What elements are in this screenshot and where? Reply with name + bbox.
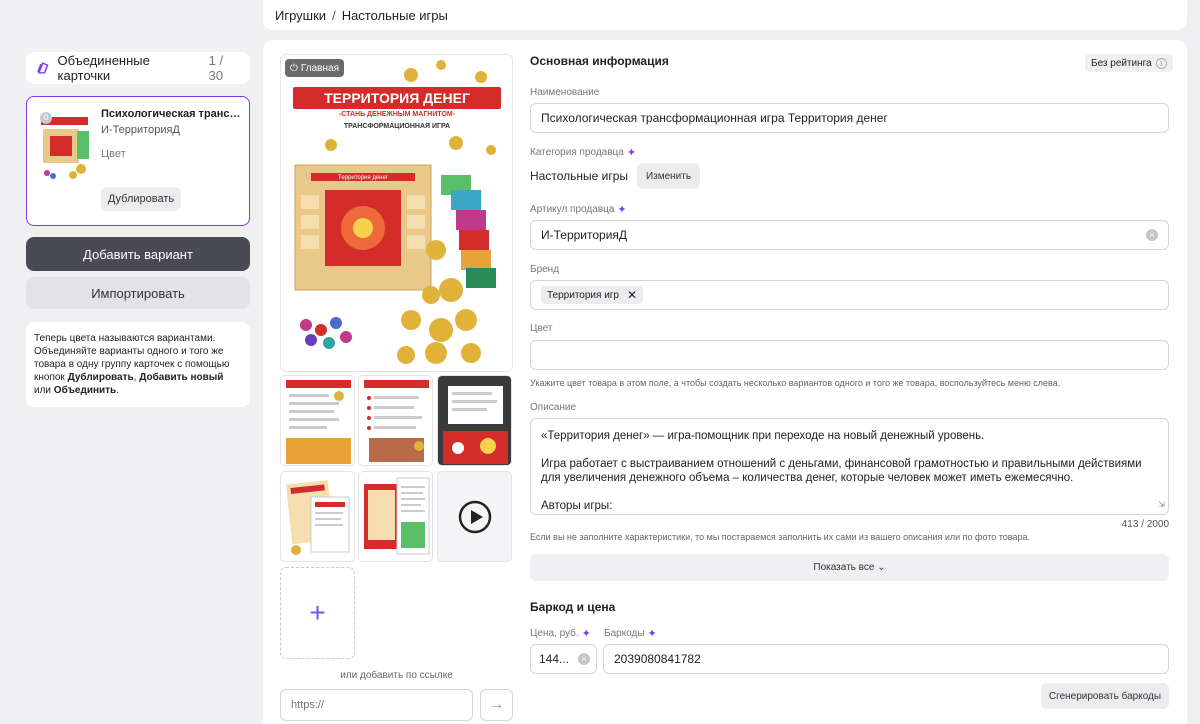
color-input[interactable] xyxy=(530,340,1169,370)
brand-label: Бренд xyxy=(530,264,559,275)
name-label-text: Наименование xyxy=(530,87,600,98)
price-label-text: Цена, руб. xyxy=(530,628,579,639)
arrow-right-icon: → xyxy=(488,696,505,713)
variants-info-note: Теперь цвета называются вариантами. Объе… xyxy=(26,322,250,407)
variant-card-color: Цвет xyxy=(101,148,126,160)
brand-input[interactable]: Территория игр ✕ xyxy=(530,280,1169,310)
basic-info-title: Основная информация xyxy=(530,54,669,68)
variant-index-badge: 0 xyxy=(40,112,52,124)
plus-icon: + xyxy=(309,597,326,628)
photo-thumbnail-5[interactable] xyxy=(358,471,433,562)
clear-icon[interactable]: × xyxy=(578,653,590,665)
poster-title: ТЕРРИТОРИЯ ДЕНЕГ xyxy=(324,90,470,106)
rating-text: Без рейтинга xyxy=(1091,57,1152,69)
merged-cards-count: 1 / 30 xyxy=(208,53,224,83)
sku-value: И-ТерриторияД xyxy=(541,228,628,242)
video-thumbnail[interactable] xyxy=(437,471,512,562)
name-input[interactable]: Психологическая трансформационная игра Т… xyxy=(530,103,1169,133)
barcode-value: 2039080841782 xyxy=(614,652,701,666)
breadcrumb-item-board-games[interactable]: Настольные игры xyxy=(342,8,448,23)
remove-brand-icon[interactable]: ✕ xyxy=(627,288,637,302)
power-icon: ⏻ xyxy=(290,62,298,74)
sparkle-icon: ✦ xyxy=(617,204,627,216)
photo-thumbnail-4[interactable] xyxy=(280,471,355,562)
merged-cards-icon xyxy=(37,62,49,74)
poster-image: ТЕРРИТОРИЯ ДЕНЕГ -СТАНЬ ДЕНЕЖНЫМ МАГНИТО… xyxy=(281,55,512,371)
poster-tagline: ТРАНСФОРМАЦИОННАЯ ИГРА xyxy=(344,123,450,130)
breadcrumb-separator: / xyxy=(332,8,336,23)
sparkle-icon: ✦ xyxy=(626,147,637,159)
color-label: Цвет xyxy=(530,323,552,334)
note-dot: . xyxy=(116,385,119,396)
brand-value: Территория игр xyxy=(547,289,619,301)
show-all-button[interactable]: Показать все ⌄ xyxy=(530,554,1169,581)
breadcrumb: Игрушки / Настольные игры xyxy=(275,8,448,23)
sparkle-icon: ✦ xyxy=(581,628,591,640)
change-category-button[interactable]: Изменить xyxy=(637,163,700,189)
photo-thumbnail-3[interactable] xyxy=(437,375,512,466)
info-icon[interactable]: i xyxy=(1155,57,1167,69)
merged-cards-title: Объединенные карточки xyxy=(57,53,150,83)
price-label: Цена, руб. ✦ xyxy=(530,627,591,640)
main-product-photo[interactable]: ⏻ Главная ТЕРРИТОРИЯ ДЕНЕГ -СТАНЬ ДЕНЕЖН… xyxy=(280,54,513,372)
brand-chip: Территория игр ✕ xyxy=(541,286,644,304)
price-value: 144... xyxy=(539,652,570,666)
url-submit-button[interactable]: → xyxy=(480,689,513,721)
description-p1: «Территория денег» — игра-помощник при п… xyxy=(541,430,985,442)
description-counter: 413 / 2000 xyxy=(1121,519,1169,530)
duplicate-button[interactable]: Дублировать xyxy=(101,187,181,211)
merged-cards-header[interactable]: Объединенные карточки 1 / 30 xyxy=(26,52,250,84)
color-hint: Укажите цвет товара в этом поле, а чтобы… xyxy=(530,378,1061,388)
note-merge: Объединить xyxy=(53,385,117,396)
category-label-text: Категория продавца xyxy=(530,147,624,158)
add-photo-button[interactable]: + xyxy=(280,567,355,659)
description-label: Описание xyxy=(530,402,576,413)
variant-card-sku: И-ТерриторияД xyxy=(101,124,180,136)
note-add-new: Добавить новый xyxy=(139,372,224,383)
brand-label-text: Бренд xyxy=(530,264,560,275)
play-icon xyxy=(458,500,491,533)
add-variant-button[interactable]: Добавить вариант xyxy=(26,237,250,271)
show-all-label: Показать все xyxy=(813,562,875,573)
color-label-text: Цвет xyxy=(530,323,553,334)
chevron-down-icon: ⌄ xyxy=(877,562,886,573)
barcode-input[interactable]: 2039080841782 xyxy=(603,644,1169,674)
photo-url-input[interactable] xyxy=(280,689,473,721)
resize-handle-icon[interactable]: ⇲ xyxy=(1158,498,1165,512)
price-input[interactable]: 144... × xyxy=(530,644,597,674)
import-button[interactable]: Импортировать xyxy=(26,277,250,309)
breadcrumb-item-toys[interactable]: Игрушки xyxy=(275,8,326,23)
name-value: Психологическая трансформационная игра Т… xyxy=(541,111,888,125)
sku-input[interactable]: И-ТерриторияД × xyxy=(530,220,1169,250)
generate-barcodes-button[interactable]: Сгенерировать баркоды xyxy=(1041,683,1169,709)
rating-badge: Без рейтинга i xyxy=(1085,54,1173,72)
photo-thumbnail-1[interactable] xyxy=(280,375,355,466)
main-photo-badge: ⏻ Главная xyxy=(285,59,344,77)
photo-thumbnail-2[interactable] xyxy=(358,375,433,466)
category-value: Настольные игры xyxy=(530,169,629,183)
add-by-link-label: или добавить по ссылке xyxy=(340,670,453,681)
sku-label: Артикул продавца ✦ xyxy=(530,203,627,216)
note-or: или xyxy=(34,385,54,396)
sku-label-text: Артикул продавца xyxy=(530,204,615,215)
variant-card-title: Психологическая трансформационная игра Т… xyxy=(101,108,241,120)
barcodes-label-text: Баркоды xyxy=(604,628,645,639)
description-p2: Игра работает с выстраиванием отношений … xyxy=(541,458,1142,484)
description-p3: Авторы игры: xyxy=(541,500,613,512)
poster-subtitle: -СТАНЬ ДЕНЕЖНЫМ МАГНИТОМ- xyxy=(339,111,456,118)
category-label: Категория продавца ✦ xyxy=(530,146,636,159)
description-label-text: Описание xyxy=(530,402,577,413)
description-textarea[interactable]: «Территория денег» — игра-помощник при п… xyxy=(530,418,1169,515)
variant-card[interactable]: 0 Психологическая трансформационная игра… xyxy=(26,96,250,226)
characteristics-hint: Если вы не заполните характеристики, то … xyxy=(530,532,1031,542)
note-duplicate: Дублировать xyxy=(67,372,134,383)
clear-icon[interactable]: × xyxy=(1146,229,1158,241)
sparkle-icon: ✦ xyxy=(647,628,657,640)
barcode-price-title: Баркод и цена xyxy=(530,600,616,614)
name-label: Наименование xyxy=(530,87,599,98)
variant-card-thumbnail: 0 xyxy=(37,109,92,184)
board-title: Территория денег xyxy=(338,175,389,181)
main-photo-label: Главная xyxy=(300,62,339,74)
barcodes-label: Баркоды ✦ xyxy=(604,627,657,640)
